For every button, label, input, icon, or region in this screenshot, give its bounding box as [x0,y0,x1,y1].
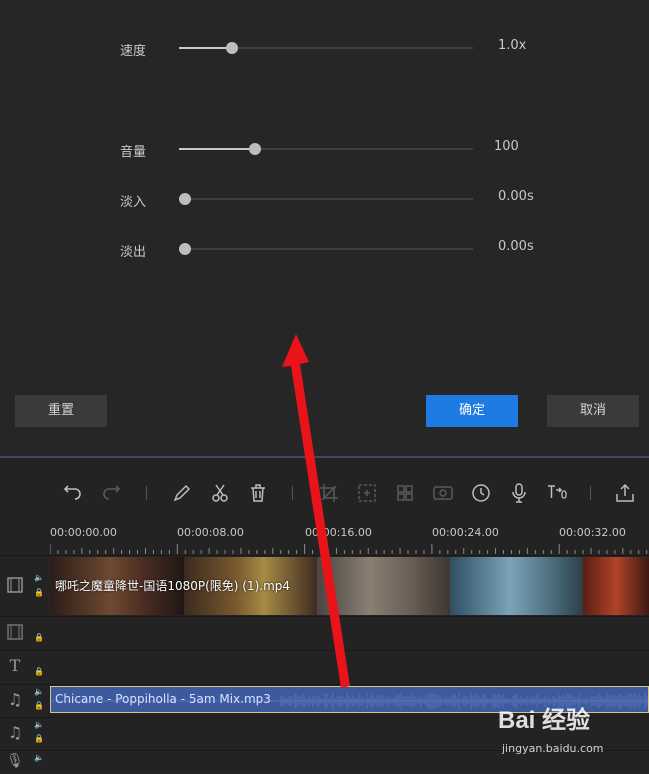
record-icon[interactable] [432,482,454,504]
track-header: ♫ 🔈 🔒 [0,718,50,750]
speaker-icon[interactable]: 🔈 [34,573,44,582]
speaker-icon[interactable]: 🔈 [34,753,44,762]
timecode-label: 00:00:00.00 [50,526,117,539]
video-thumbnail [583,557,649,615]
speaker-icon[interactable]: 🔈 [34,720,44,729]
watermark-url: jingyan.baidu.com [502,742,604,755]
toolbar-separator [590,486,591,500]
speed-slider-row: 速度 1.0x [0,36,649,60]
reset-button[interactable]: 重置 [15,395,107,427]
watermark-logo: Bai 经验 [498,707,591,734]
text-to-speech-icon[interactable] [546,482,568,504]
speed-icon[interactable] [470,482,492,504]
fade-out-slider[interactable] [178,243,473,255]
toolbar-separator [292,486,293,500]
fade-out-slider-handle[interactable] [178,243,191,255]
volume-slider-row: 音量 100 [0,137,649,161]
fade-in-label: 淡入 [120,195,147,210]
lock-icon[interactable]: 🔒 [34,667,44,676]
fade-out-value: 0.00s [498,239,534,254]
undo-icon[interactable] [62,482,84,504]
timecode-label: 00:00:32.00 [559,526,626,539]
zoom-icon[interactable] [356,482,378,504]
track-header: 🎙 🔈 [0,751,50,774]
fade-in-slider-handle[interactable] [178,193,191,205]
ruler-ticks [50,544,648,554]
fade-out-label: 淡出 [120,245,147,260]
timecode-label: 00:00:16.00 [305,526,372,539]
baidu-watermark: Bai 经验 jingyan.baidu.com [498,700,648,770]
text-track: T 🔒 [0,650,649,684]
video-track-1: 🔈 🔒 哪吒之魔童降世-国语1080P(限免) (1).mp4 [0,555,649,616]
video-clip-name: 哪吒之魔童降世-国语1080P(限免) (1).mp4 [55,579,291,593]
fade-out-slider-row: 淡出 0.00s [0,237,649,261]
fade-in-slider[interactable] [178,193,473,205]
timecode-label: 00:00:08.00 [177,526,244,539]
music-icon: ♫ [7,723,23,742]
video-track-2: 🔒 [0,616,649,650]
lock-icon[interactable]: 🔒 [34,588,44,597]
redo-icon[interactable] [100,482,122,504]
text-icon: T [9,656,21,675]
video-clip[interactable]: 哪吒之魔童降世-国语1080P(限免) (1).mp4 [51,557,649,615]
edit-icon[interactable] [171,482,193,504]
track-header: 🔒 [0,617,50,650]
music-icon: ♫ [7,690,23,709]
confirm-button[interactable]: 确定 [426,395,518,427]
volume-slider-fill [179,148,256,150]
lock-icon[interactable]: 🔒 [34,633,44,642]
volume-slider[interactable] [179,143,473,155]
cut-icon[interactable] [209,482,231,504]
speed-value: 1.0x [498,38,527,53]
fade-in-value: 0.00s [498,189,534,204]
audio-clip-name: Chicane - Poppiholla - 5am Mix.mp3 [55,692,271,706]
film-icon [5,623,25,645]
video-thumbnail [317,557,450,615]
film-icon [5,576,25,598]
track-header: 🔈 🔒 [0,556,50,616]
lock-icon[interactable]: 🔒 [34,734,44,743]
voice-icon[interactable] [508,482,530,504]
volume-slider-handle[interactable] [249,143,262,155]
speaker-icon[interactable]: 🔈 [34,687,44,696]
mosaic-icon[interactable] [394,482,416,504]
delete-icon[interactable] [247,482,269,504]
video-thumbnail [450,557,583,615]
timeline-ruler[interactable]: 00:00:00.00 00:00:08.00 00:00:16.00 00:0… [50,526,649,554]
fade-in-slider-row: 淡入 0.00s [0,187,649,211]
speed-label: 速度 [120,44,147,59]
speed-slider-handle[interactable] [225,42,238,54]
track-header: ♫ 🔈 🔒 [0,685,50,717]
toolbar-separator [146,486,147,500]
speed-slider-fill [179,47,232,49]
audio-settings-panel: 速度 1.0x 音量 100 淡入 0.00s 淡出 0.00s 重置 确定 取… [0,0,649,456]
export-icon[interactable] [614,482,636,504]
volume-value: 100 [494,139,519,154]
speed-slider[interactable] [179,42,473,54]
crop-icon[interactable] [318,482,340,504]
cancel-button[interactable]: 取消 [547,395,639,427]
microphone-icon: 🎙 [6,753,24,769]
volume-label: 音量 [120,145,147,160]
lock-icon[interactable]: 🔒 [34,701,44,710]
track-header: T 🔒 [0,651,50,684]
timecode-label: 00:00:24.00 [432,526,499,539]
